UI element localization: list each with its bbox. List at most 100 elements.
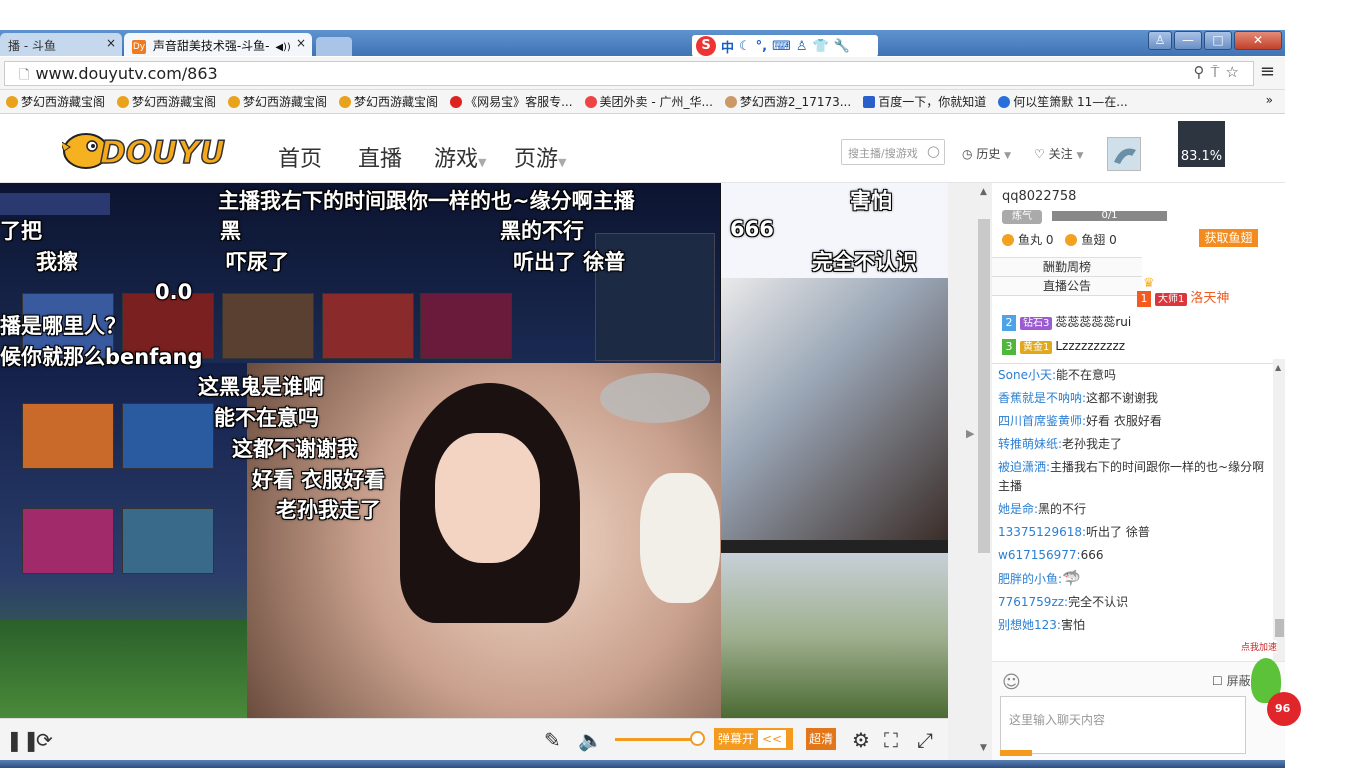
- new-tab-button[interactable]: [316, 37, 352, 56]
- chat-sender[interactable]: 转推萌妹纸:: [998, 437, 1062, 451]
- bookmark-item[interactable]: 百度一下，你就知道: [857, 93, 992, 110]
- danmaku-comment: 这都不谢谢我: [232, 437, 358, 461]
- scroll-down-icon[interactable]: ▼: [980, 743, 987, 753]
- close-tab-icon[interactable]: ×: [296, 36, 306, 50]
- refresh-icon[interactable]: ⟳: [36, 728, 53, 752]
- page-scrollbar-thumb[interactable]: [978, 219, 990, 553]
- nav-webgames[interactable]: 页游▼: [514, 141, 566, 173]
- tab-weekly-rank[interactable]: 酬勤周榜: [992, 258, 1142, 277]
- pin-icon[interactable]: ⍑: [1211, 63, 1226, 81]
- search-input[interactable]: 搜主播/搜游戏 ○: [841, 139, 945, 165]
- collapse-chat-icon[interactable]: ▶: [966, 427, 974, 440]
- chat-sender[interactable]: w617156977:: [998, 548, 1081, 562]
- minimize-button[interactable]: —: [1174, 31, 1202, 50]
- browser-tab[interactable]: 播 - 斗鱼 ×: [0, 33, 122, 56]
- settings-gear-icon[interactable]: ⚙: [852, 728, 870, 752]
- speedup-widget[interactable]: 点我加速 96: [1237, 640, 1301, 735]
- browser-tab-active[interactable]: Dy 声音甜美技术强-斗鱼- ◀︎)) ×: [124, 33, 312, 56]
- user-avatar[interactable]: [1107, 137, 1141, 171]
- user-icon[interactable]: ♙: [796, 39, 808, 54]
- nav-webgames-label: 页游: [514, 147, 559, 172]
- danmaku-toggle-button[interactable]: 弹幕开 <<: [714, 728, 793, 750]
- bookmark-item[interactable]: 美团外卖 - 广州_华...: [579, 93, 719, 110]
- shirt-icon[interactable]: 👕: [813, 39, 829, 54]
- chat-sender[interactable]: 四川首席鉴黄师:: [998, 414, 1086, 428]
- volume-slider-handle[interactable]: [690, 731, 705, 746]
- widescreen-icon[interactable]: ⛶: [884, 728, 898, 752]
- rank-badge: 黄金1: [1020, 341, 1053, 354]
- ranking-row[interactable]: 2 钻石3 蕊蕊蕊蕊蕊rui: [1002, 313, 1131, 331]
- close-window-button[interactable]: ✕: [1234, 31, 1282, 50]
- chat-text: 害怕: [1060, 618, 1085, 632]
- bookmark-item[interactable]: 梦幻西游藏宝阁: [111, 93, 222, 110]
- url-input[interactable]: 🗋 www.douyutv.com/863: [4, 61, 1254, 86]
- send-button[interactable]: [1000, 750, 1032, 756]
- volume-icon[interactable]: 🔈: [578, 728, 603, 752]
- danmaku-collapse-icon[interactable]: <<: [758, 730, 787, 748]
- quality-button[interactable]: 超清: [806, 728, 836, 750]
- moon-icon[interactable]: ☾: [739, 39, 751, 54]
- chat-sender[interactable]: 13375129618:: [998, 525, 1086, 539]
- zoom-icon[interactable]: ⚲: [1194, 63, 1211, 81]
- danmaku-comment: 害怕: [850, 189, 892, 213]
- os-taskbar: [0, 760, 1285, 768]
- ranking-row[interactable]: ♛ 1 大师1 洛天神: [1137, 276, 1229, 307]
- wrench-icon[interactable]: 🔧: [834, 39, 850, 54]
- chat-message: Sone小天:能不在意吗: [992, 364, 1273, 387]
- chevron-down-icon: ▼: [1004, 151, 1012, 161]
- star-icon[interactable]: ☆: [1226, 63, 1245, 81]
- nav-live[interactable]: 直播: [358, 141, 402, 173]
- follow-link[interactable]: ♡ 关注 ▼: [1034, 145, 1083, 162]
- bookmark-item[interactable]: 梦幻西游2_17173...: [719, 93, 857, 110]
- chat-sender[interactable]: 别想她123:: [998, 618, 1061, 632]
- bookmark-item[interactable]: 梦幻西游藏宝阁: [333, 93, 444, 110]
- chat-message-list: Sone小天:能不在意吗 香蕉就是不呐呐:这都不谢谢我 四川首席鉴黄师:好看 衣…: [992, 363, 1273, 653]
- search-icon[interactable]: ○: [927, 142, 940, 160]
- punctuation-icon[interactable]: °,: [756, 39, 767, 54]
- history-link[interactable]: ◷ 历史 ▼: [962, 145, 1011, 162]
- douyu-logo[interactable]: DOUYU: [58, 129, 226, 173]
- chat-sender[interactable]: 她是命:: [998, 502, 1038, 516]
- get-fishfin-button[interactable]: 获取鱼翅: [1199, 229, 1258, 247]
- nav-home[interactable]: 首页: [278, 141, 322, 173]
- edit-icon[interactable]: ✎: [544, 728, 561, 752]
- rank-badge: 大师1: [1155, 293, 1188, 306]
- chat-sender[interactable]: 肥胖的小鱼:: [998, 572, 1062, 586]
- menu-icon[interactable]: ≡: [1260, 61, 1275, 82]
- bookmark-item[interactable]: 何以笙箫默 11—在...: [992, 93, 1134, 110]
- pause-icon[interactable]: ❚❚: [6, 728, 40, 752]
- chat-sender[interactable]: Sone小天:: [998, 368, 1056, 382]
- bookmark-item[interactable]: 《网易宝》客服专...: [444, 93, 578, 110]
- user-switch-icon[interactable]: ♙: [1148, 31, 1172, 50]
- bookmark-item[interactable]: 梦幻西游藏宝阁: [0, 93, 111, 110]
- scroll-up-icon[interactable]: ▲: [1275, 363, 1281, 372]
- chat-input-placeholder: 这里输入聊天内容: [1009, 713, 1106, 727]
- nav-games[interactable]: 游戏▼: [434, 141, 486, 173]
- logo-text: DOUYU: [99, 134, 225, 172]
- chat-message: 13375129618:听出了 徐普: [992, 521, 1273, 544]
- bookmarks-overflow-icon[interactable]: »: [1266, 93, 1273, 107]
- ranking-row[interactable]: 3 黄金1 Lzzzzzzzzzz: [1002, 337, 1125, 355]
- chat-text: 好看 衣服好看: [1086, 414, 1162, 428]
- video-player[interactable]: 主播我右下的时间跟你一样的也~缘分啊主播 黑 黑的不行 害怕 了把 666 我擦…: [0, 183, 948, 718]
- fishball-label: 鱼丸: [1018, 233, 1043, 247]
- bookmark-item[interactable]: 梦幻西游藏宝阁: [222, 93, 333, 110]
- maximize-button[interactable]: □: [1204, 31, 1232, 50]
- chat-scrollbar-thumb[interactable]: [1275, 619, 1284, 637]
- emoji-icon[interactable]: ☺: [1002, 672, 1021, 693]
- chat-sender[interactable]: 香蕉就是不呐呐:: [998, 391, 1086, 405]
- keyboard-icon[interactable]: ⌨: [772, 39, 791, 54]
- volume-slider[interactable]: [615, 738, 697, 741]
- ime-toolbar[interactable]: S 中 ☾ °, ⌨ ♙ 👕 🔧: [692, 35, 878, 57]
- user-level-badge: 炼气: [1002, 210, 1042, 224]
- photo-filmstrip: [721, 540, 948, 553]
- close-tab-icon[interactable]: ×: [106, 36, 116, 50]
- danmaku-comment: 吓尿了: [226, 250, 289, 274]
- ime-mode-label: 中: [721, 40, 735, 56]
- chat-input[interactable]: 这里输入聊天内容: [1000, 696, 1246, 754]
- chat-sender[interactable]: 被迫潇洒:: [998, 460, 1050, 474]
- danmaku-comment: 听出了 徐普: [513, 250, 626, 274]
- scroll-up-icon[interactable]: ▲: [980, 187, 987, 197]
- fullscreen-icon[interactable]: ⤢: [917, 728, 933, 752]
- chat-sender[interactable]: 7761759zz:: [998, 595, 1068, 609]
